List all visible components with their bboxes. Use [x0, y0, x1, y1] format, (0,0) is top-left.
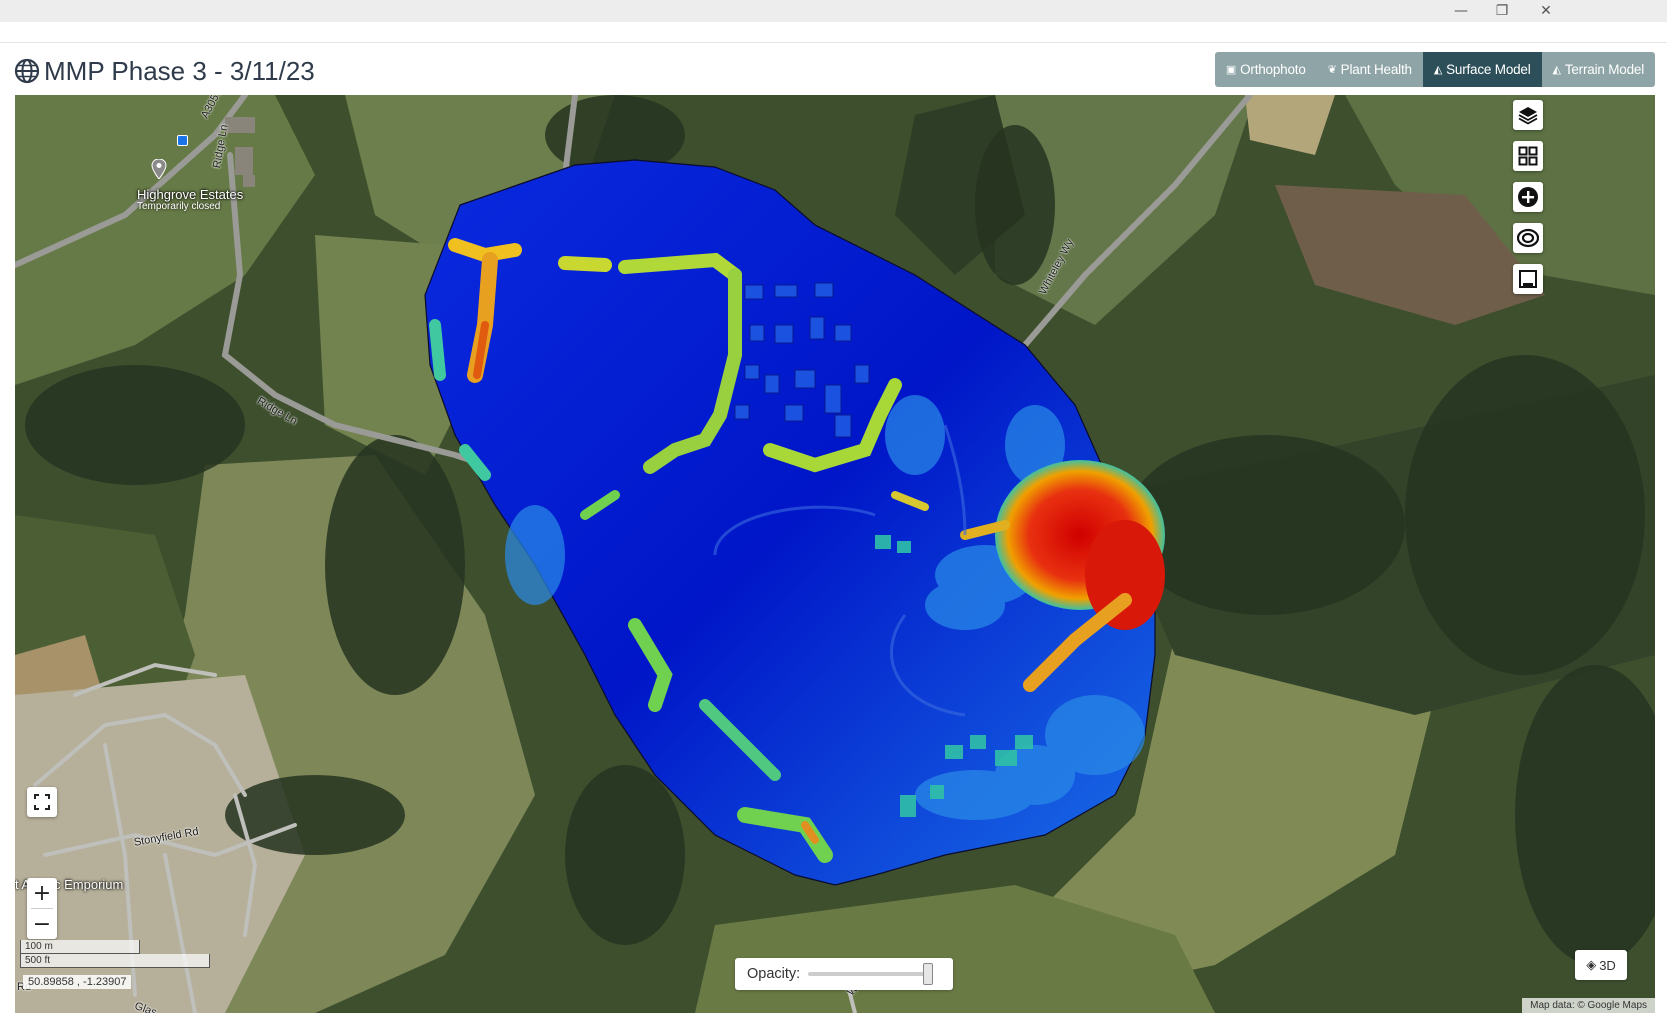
- place-status: Temporarily closed: [137, 201, 221, 212]
- eye-icon: [1517, 228, 1539, 248]
- mode-label: Surface Model: [1446, 62, 1531, 77]
- chart-area-icon: ◭: [1552, 64, 1561, 76]
- scale-imperial: 500 ft: [20, 954, 210, 968]
- satellite-basemap: [15, 95, 1655, 1013]
- plant-icon: ❦: [1327, 64, 1337, 76]
- fullscreen-icon: [34, 794, 50, 810]
- bus-stop-icon[interactable]: [177, 135, 188, 146]
- minimize-button[interactable]: —: [1441, 0, 1481, 22]
- zoom-control: + −: [27, 878, 57, 939]
- page-title: MMP Phase 3 - 3/11/23: [44, 55, 315, 86]
- 3d-view-button[interactable]: ◈ 3D: [1575, 950, 1627, 980]
- grid-button[interactable]: [1513, 141, 1543, 171]
- image-icon: ▣: [1225, 64, 1237, 76]
- orthophoto-button[interactable]: ▣ Orthophoto: [1214, 52, 1317, 87]
- mode-label: Orthophoto: [1240, 62, 1306, 77]
- window-titlebar: — ❐ ✕: [0, 0, 1667, 22]
- view-mode-toolbar: ▣ Orthophoto ❦ Plant Health ◭ Surface Mo…: [1214, 52, 1655, 87]
- close-button[interactable]: ✕: [1526, 0, 1566, 22]
- mode-label: Plant Health: [1340, 62, 1412, 77]
- crop-icon: [1519, 270, 1537, 288]
- plant-health-button[interactable]: ❦ Plant Health: [1316, 52, 1423, 87]
- place-label[interactable]: Highgrove Estates: [137, 187, 243, 202]
- map-view[interactable]: A3051 Ridge Ln Ridge Ln Whiteley Wy Ston…: [15, 95, 1655, 1013]
- opacity-control: Opacity:: [735, 958, 953, 990]
- terrain-model-button[interactable]: ◭ Terrain Model: [1541, 52, 1655, 87]
- surface-model-button[interactable]: ◭ Surface Model: [1422, 52, 1542, 87]
- page-header: MMP Phase 3 - 3/11/23: [14, 52, 315, 90]
- chart-area-icon: ◭: [1433, 64, 1443, 76]
- layers-button[interactable]: [1513, 100, 1543, 130]
- mode-label: Terrain Model: [1564, 62, 1644, 77]
- scale-bar: 100 m 500 ft: [20, 940, 210, 968]
- opacity-label: Opacity:: [747, 966, 801, 982]
- zoom-in-button[interactable]: +: [27, 878, 57, 908]
- globe-icon: [14, 58, 40, 84]
- divider: [0, 42, 1667, 43]
- opacity-slider-handle[interactable]: [923, 963, 934, 985]
- view-toggle-button[interactable]: [1513, 223, 1543, 253]
- grid-icon: [1518, 146, 1538, 166]
- layers-icon: [1518, 107, 1538, 125]
- opacity-slider[interactable]: [808, 963, 934, 985]
- coordinates-readout: 50.89858 , -1.23907: [23, 975, 132, 989]
- add-measurement-button[interactable]: [1513, 182, 1543, 212]
- restore-button[interactable]: ❐: [1482, 0, 1522, 22]
- map-attribution: Map data: © Google Maps: [1522, 998, 1655, 1013]
- map-pin-icon[interactable]: [151, 159, 167, 179]
- crop-button[interactable]: [1513, 264, 1543, 294]
- 3d-label: 3D: [1599, 957, 1616, 973]
- plus-circle-icon: [1518, 187, 1538, 207]
- scale-metric: 100 m: [20, 940, 140, 954]
- fullscreen-button[interactable]: [27, 787, 57, 817]
- cube-icon: ◈: [1586, 957, 1597, 972]
- zoom-out-button[interactable]: −: [27, 909, 57, 939]
